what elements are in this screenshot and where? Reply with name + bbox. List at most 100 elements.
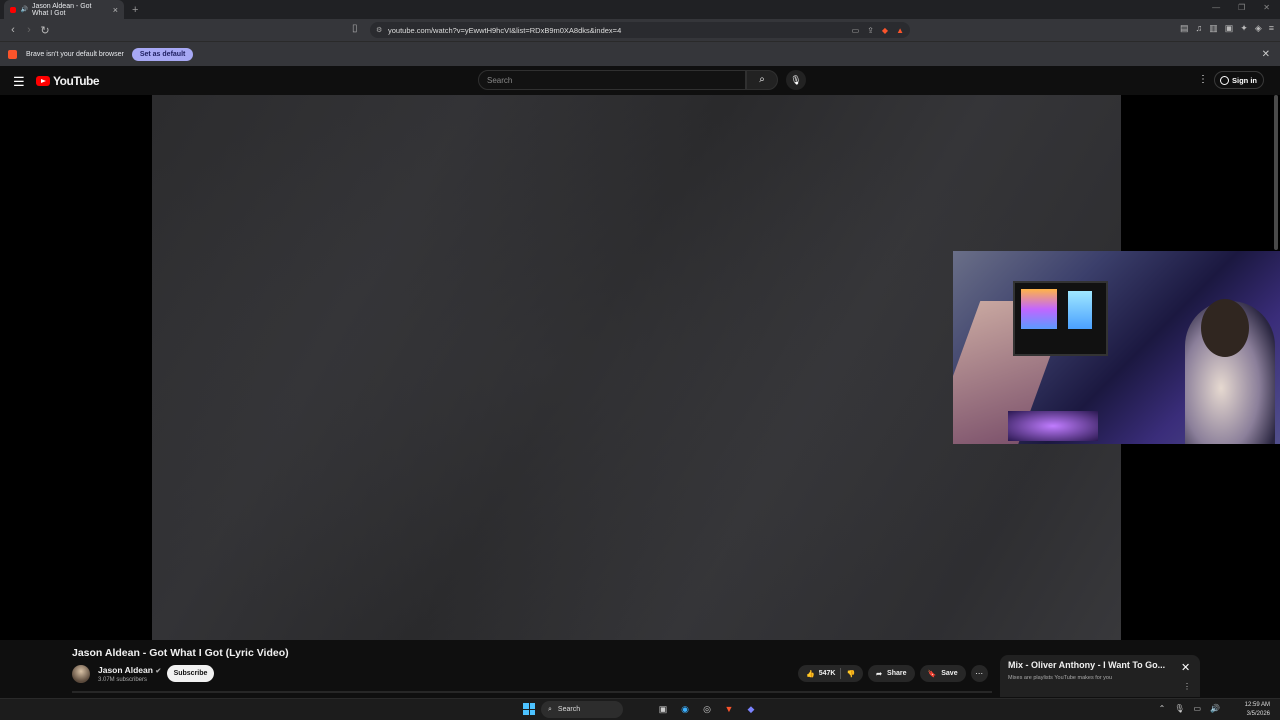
taskbar-clock[interactable]: 12:59 AM 3/5/2026 [1245,701,1270,719]
webcam-overlay [953,251,1280,444]
brave-taskbar-icon[interactable]: ▼ [722,702,736,716]
close-window-icon[interactable]: ✕ [1263,3,1270,12]
youtube-logo[interactable]: YouTube [36,74,100,88]
minimize-icon[interactable]: — [1212,3,1220,12]
infobar-message: Brave isn't your default browser [26,50,124,58]
youtube-favicon-icon [10,6,17,13]
task-view-icon[interactable]: ▣ [656,702,670,716]
youtube-play-icon [36,76,50,86]
windows-taskbar: ⌕ Search ▣ ◉ ◎ ▼ ◆ ⌃ 🎙 ▭ 🔊 12:59 AM 3/5/… [0,698,1280,720]
volume-icon[interactable]: 🔊 [1210,704,1220,713]
webcam-pc-glow [1021,289,1057,329]
tray-mic-icon[interactable]: 🎙 [1174,704,1184,713]
tab-title: Jason Aldean - Got What I Got [31,2,92,17]
speaker-icon: 🔊 [20,7,28,13]
sidebar-icon[interactable]: ▤ [1180,23,1189,34]
user-icon [1220,75,1229,85]
more-actions-icon[interactable]: ⋯ [970,665,988,682]
brave-shields-icon[interactable]: ◆ [882,26,888,35]
menu-icon[interactable]: ≡ [1269,23,1274,34]
forward-icon[interactable]: › [22,24,36,36]
like-button[interactable]: 👍 547K [806,670,835,678]
url-text: youtube.com/watch?v=yEwwtH9hcVI&list=RDx… [388,25,622,35]
microphone-icon: 🎙 [790,75,802,85]
like-count: 547K [818,670,836,677]
window-controls: — ❐ ✕ [1212,3,1270,12]
maximize-icon[interactable]: ❐ [1238,3,1245,12]
channel-name[interactable]: Jason Aldean [98,665,153,675]
video-title: Jason Aldean - Got What I Got (Lyric Vid… [72,647,289,659]
page-scrollbar[interactable] [1274,95,1278,250]
mix-subtitle: Mixes are playlists YouTube makes for yo… [1008,675,1113,681]
mix-playlist-panel[interactable]: Mix - Oliver Anthony - I Want To Go... M… [1000,655,1200,697]
share-icon: ➦ [876,670,883,678]
taskbar-search-icon: ⌕ [548,705,552,713]
bookmark-save-icon: 🔖 [927,670,937,678]
share-button[interactable]: ➦ Share [868,665,915,682]
windows-start-icon[interactable] [523,703,535,715]
share-label: Share [887,670,907,677]
bookmark-icon[interactable]: ▯ [352,23,358,34]
set-as-default-button[interactable]: Set as default [131,47,194,61]
tray-chevron-icon[interactable]: ⌃ [1159,704,1166,713]
browser-tab[interactable]: 🔊 Jason Aldean - Got What I Got × [4,0,124,19]
chrome-icon[interactable]: ◎ [700,702,714,716]
browser-tab-bar: 🔊 Jason Aldean - Got What I Got × + — ❐ … [0,0,1280,19]
browser-extensions: ▤ ♫ ▥ ▣ ✦ ◈ ≡ [1180,23,1274,34]
taskbar-search-label: Search [557,706,581,713]
clock-date: 3/5/2026 [1246,711,1270,717]
youtube-logo-text: YouTube [53,74,100,88]
edge-icon[interactable]: ◉ [678,702,692,716]
thumbs-up-icon: 👍 [806,670,815,678]
webcam-head [1201,299,1249,357]
discord-icon[interactable]: ◆ [744,702,758,716]
new-tab-button[interactable]: + [132,4,138,16]
subscriber-count: 3.07M subscribers [98,677,148,683]
channel-name-row[interactable]: Jason Aldean ✔ [98,665,161,675]
save-button[interactable]: 🔖 Save [919,665,966,682]
system-tray: ⌃ 🎙 ▭ 🔊 [1159,704,1220,713]
reload-icon[interactable]: ↻ [38,24,52,37]
site-info-icon[interactable]: ⚙ [376,26,382,34]
taskbar-search[interactable]: ⌕ Search [541,701,623,718]
vpn-icon[interactable]: ◈ [1255,23,1262,34]
verified-icon: ✔ [155,668,162,675]
video-actions: 👍 547K 👎 ➦ Share 🔖 Save ⋯ [798,665,988,682]
brave-logo-icon [8,49,17,59]
panel-icon[interactable]: ▥ [1209,23,1218,34]
wallet-icon[interactable]: ▣ [1225,23,1234,34]
webcam-keyboard [1008,411,1098,441]
clock-time: 12:59 AM [1244,702,1270,708]
default-browser-infobar: Brave isn't your default browser Set as … [0,41,1280,66]
hamburger-menu-icon[interactable]: ☰ [13,74,25,90]
share-url-icon[interactable]: ⇪ [867,26,874,35]
network-icon[interactable]: ▭ [1193,704,1201,713]
extensions-icon[interactable]: ✦ [1240,23,1248,34]
youtube-header: ☰ YouTube Search ⌕ 🎙 ⋮ Sign in [0,66,1280,95]
mix-title[interactable]: Mix - Oliver Anthony - I Want To Go... [1008,660,1165,670]
save-label: Save [941,670,958,677]
description-box-edge [72,691,992,693]
search-icon: ⌕ [759,74,765,85]
mix-more-icon[interactable]: ⋮ [1183,682,1191,691]
sign-in-label: Sign in [1232,75,1257,85]
close-tab-icon[interactable]: × [113,5,118,15]
brave-rewards-icon[interactable]: ▲ [896,26,904,35]
browser-toolbar: ‹ › ↻ ▯ ⚙ youtube.com/watch?v=yEwwtH9hcV… [0,19,1280,41]
address-bar[interactable]: ⚙ youtube.com/watch?v=yEwwtH9hcVI&list=R… [370,22,910,38]
thumbs-down-icon[interactable]: 👎 [846,670,855,678]
search-input[interactable]: Search [478,70,746,90]
search-button[interactable]: ⌕ [746,70,778,90]
video-info-section: Jason Aldean - Got What I Got (Lyric Vid… [0,640,1280,698]
settings-more-icon[interactable]: ⋮ [1198,74,1208,85]
channel-avatar[interactable] [72,665,90,683]
sign-in-button[interactable]: Sign in [1214,71,1264,89]
close-mix-icon[interactable]: ✕ [1181,661,1190,674]
subscribe-button[interactable]: Subscribe [167,665,214,682]
back-icon[interactable]: ‹ [6,24,20,36]
music-icon[interactable]: ♫ [1195,23,1202,34]
close-infobar-icon[interactable]: ✕ [1262,49,1270,60]
webcam-pc-glow-2 [1068,291,1092,329]
voice-search-button[interactable]: 🎙 [786,70,806,90]
cast-icon[interactable]: ▭ [852,26,860,35]
